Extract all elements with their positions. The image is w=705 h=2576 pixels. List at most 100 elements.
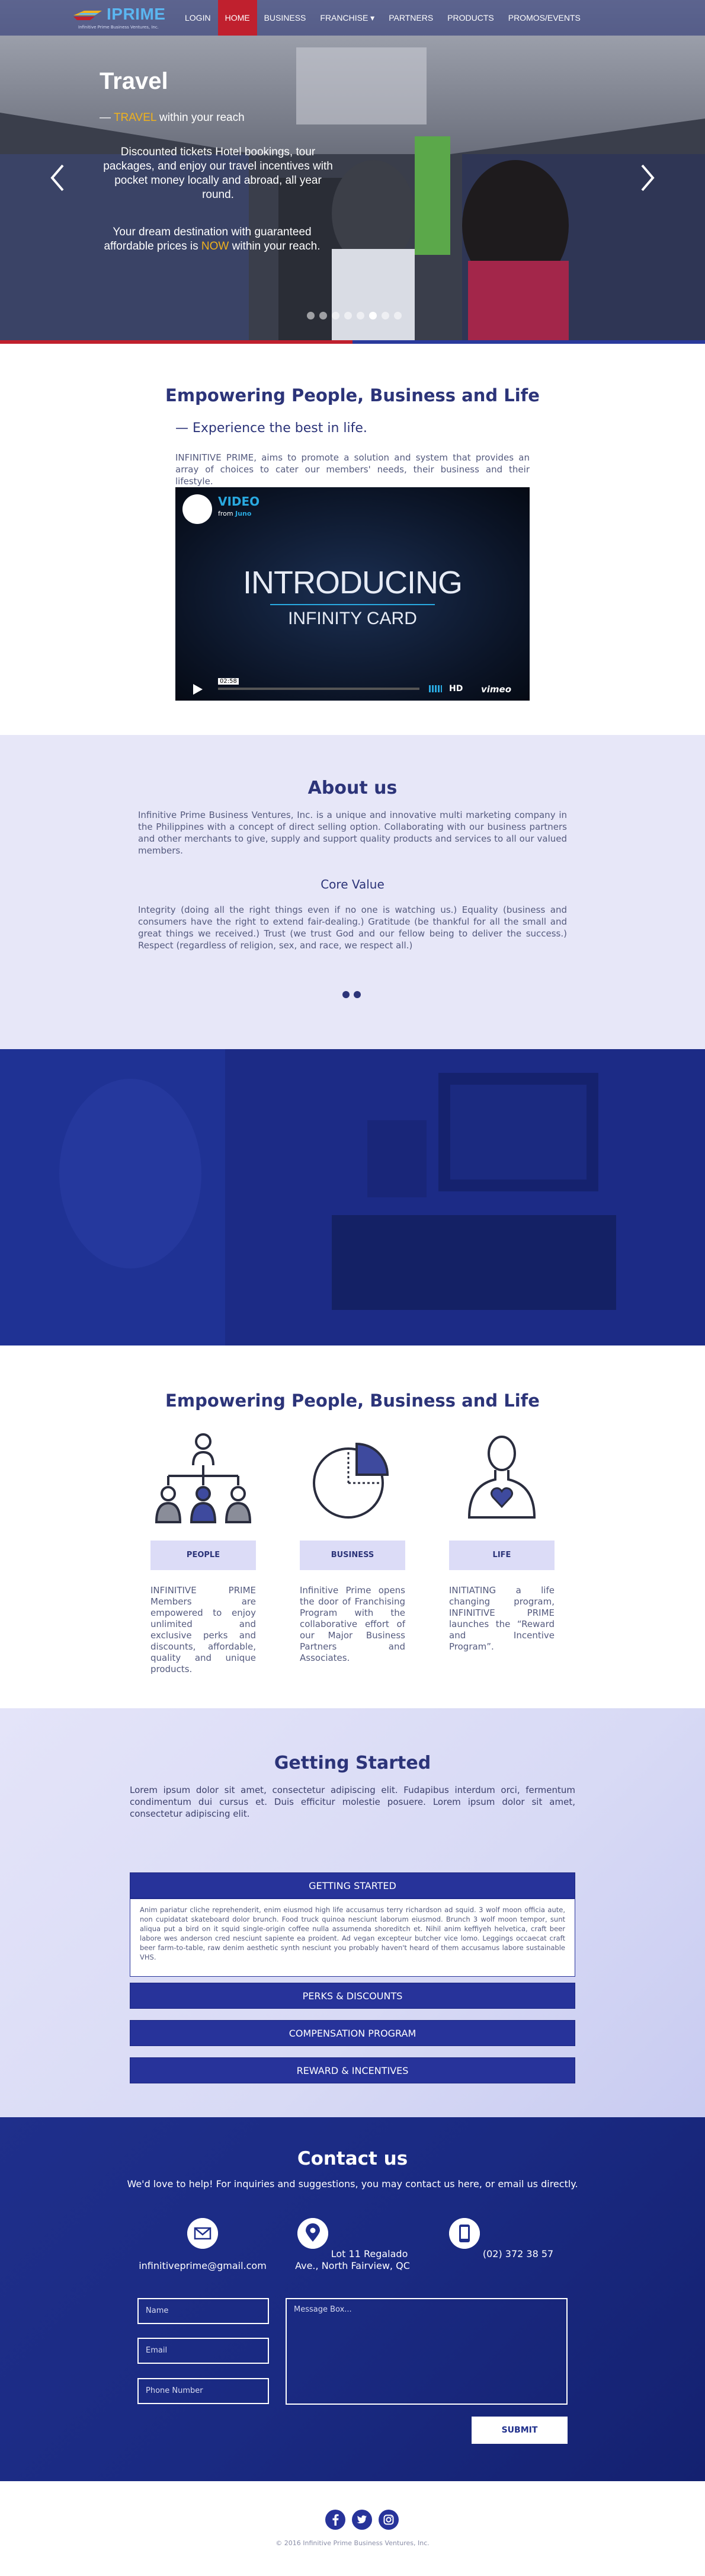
carousel-dot[interactable] (307, 312, 315, 319)
contact-section: Contact us We'd love to help! For inquir… (0, 2117, 705, 2481)
contact-phone: (02) 372 38 57 (436, 2218, 566, 2260)
play-icon[interactable] (193, 684, 203, 695)
hero-p2-b: within your reach. (229, 240, 321, 253)
pie-chart-icon (313, 1442, 389, 1519)
carousel-dot[interactable] (382, 312, 389, 319)
submit-button[interactable]: SUBMIT (472, 2417, 568, 2444)
video-player[interactable]: VIDEO from Juno INTRODUCING INFINITY CAR… (175, 487, 530, 701)
feature-business: BUSINESS Infinitive Prime opens the door… (300, 1428, 405, 1664)
volume-icon[interactable] (429, 685, 442, 692)
facebook-icon[interactable] (325, 2510, 345, 2530)
people-button[interactable]: PEOPLE (150, 1541, 256, 1570)
about-heading: About us (307, 778, 398, 798)
people-hierarchy-icon (155, 1433, 252, 1523)
about-text: Infinitive Prime Business Ventures, Inc.… (138, 810, 567, 856)
hero-paragraph: Discounted tickets Hotel bookings, tour … (103, 146, 333, 201)
video-title-line2: INFINITY CARD (288, 609, 417, 628)
intro-section: Empowering People, Business and Life — E… (0, 344, 705, 735)
video-controls: 02:58 HD vimeo (175, 677, 530, 701)
video-title-divider (270, 604, 435, 605)
carousel-dot[interactable] (332, 312, 339, 319)
message-field[interactable]: Message Box... (286, 2298, 568, 2405)
parallax-banner (0, 1049, 705, 1345)
vimeo-logo[interactable]: vimeo (481, 684, 511, 695)
video-label: VIDEO (218, 494, 260, 509)
hero-p2-highlight: NOW (201, 240, 229, 253)
envelope-icon (187, 2218, 218, 2249)
features-section: Empowering People, Business and Life PEO… (0, 1345, 705, 1708)
carousel-prev-arrow-icon[interactable] (49, 163, 66, 193)
core-value-heading: Core Value (321, 877, 384, 891)
getting-started-heading: Getting Started (274, 1753, 431, 1773)
email-field[interactable]: Email (137, 2338, 269, 2364)
about-section: About us Infinitive Prime Business Ventu… (0, 735, 705, 1049)
life-button[interactable]: LIFE (449, 1541, 555, 1570)
copyright: © 2016 Infinitive Prime Business Venture… (275, 2539, 430, 2547)
contact-phone-value[interactable]: (02) 372 38 57 (483, 2248, 553, 2259)
accordion-panel-content: Anim pariatur cliche reprehenderit, enim… (130, 1899, 575, 1977)
business-button[interactable]: BUSINESS (300, 1541, 405, 1570)
accordion-reward-incentives[interactable]: REWARD & INCENTIVES (130, 2057, 575, 2083)
phone-field[interactable]: Phone Number (137, 2378, 269, 2404)
carousel-dot[interactable] (394, 312, 402, 319)
accordion-getting-started[interactable]: GETTING STARTED (130, 1872, 575, 1899)
contact-address: Lot 11 Regalado Ave., North Fairview, QC (287, 2218, 418, 2272)
nav-products[interactable]: PRODUCTS (440, 0, 501, 36)
pager-dot[interactable] (354, 991, 361, 998)
intro-text: INFINITIVE PRIME, aims to promote a solu… (175, 452, 530, 487)
video-avatar[interactable] (182, 494, 212, 524)
video-from: from Juno (218, 510, 251, 517)
hero-subtitle-prefix: — (100, 111, 114, 124)
contact-address-value: Lot 11 Regalado Ave., North Fairview, QC (295, 2248, 410, 2271)
carousel-dot-active[interactable] (369, 312, 377, 319)
location-pin-icon (297, 2218, 328, 2249)
feature-people: PEOPLE INFINITIVE PRIME Members are empo… (150, 1428, 256, 1675)
people-text: INFINITIVE PRIME Members are empowered t… (150, 1585, 256, 1674)
contact-email-value[interactable]: infinitiveprime@gmail.com (139, 2260, 267, 2271)
nav-promos-events[interactable]: PROMOS/EVENTS (501, 0, 588, 36)
features-heading: Empowering People, Business and Life (165, 1391, 540, 1411)
carousel-dot[interactable] (319, 312, 327, 319)
top-navigation: IPRIME Infinitive Prime Business Venture… (0, 0, 705, 36)
carousel-indicators (307, 312, 402, 319)
hd-toggle[interactable]: HD (449, 684, 463, 693)
getting-started-section: Getting Started Lorem ipsum dolor sit am… (0, 1708, 705, 2117)
accordion-perks-discounts[interactable]: PERKS & DISCOUNTS (130, 1983, 575, 2009)
logo-tagline: Infinitive Prime Business Ventures, Inc. (78, 25, 159, 30)
accordion-compensation-program[interactable]: COMPENSATION PROGRAM (130, 2020, 575, 2046)
video-from-prefix: from (218, 510, 236, 517)
nav-partners[interactable]: PARTNERS (382, 0, 440, 36)
name-field[interactable]: Name (137, 2298, 269, 2324)
pager-dot[interactable] (342, 991, 350, 998)
nav-home[interactable]: HOME (217, 0, 257, 36)
carousel-dot[interactable] (344, 312, 352, 319)
contact-heading: Contact us (297, 2148, 408, 2169)
parallax-background-image (0, 1049, 705, 1345)
social-links (325, 2510, 399, 2530)
logo-mark-icon (73, 11, 102, 20)
carousel-dot[interactable] (357, 312, 364, 319)
intro-heading: Empowering People, Business and Life (165, 385, 540, 405)
about-pager (342, 991, 361, 998)
hero-subtitle-highlight: TRAVEL (113, 111, 156, 124)
nav-business[interactable]: BUSINESS (257, 0, 313, 36)
footer: © 2016 Infinitive Prime Business Venture… (0, 2481, 705, 2576)
logo[interactable]: IPRIME Infinitive Prime Business Venture… (72, 4, 176, 31)
carousel-next-arrow-icon[interactable] (639, 163, 656, 193)
contact-email: infinitiveprime@gmail.com (137, 2218, 268, 2272)
intro-subheading: — Experience the best in life. (175, 421, 367, 436)
video-author[interactable]: Juno (235, 510, 251, 517)
logo-text: IPRIME (107, 5, 166, 23)
hero-subtitle-suffix: within your reach (156, 111, 245, 124)
hero-paragraph-secondary: Your dream destination with guaranteed a… (100, 225, 325, 254)
instagram-icon[interactable] (379, 2510, 399, 2530)
nav-franchise[interactable]: FRANCHISE ▾ (313, 0, 382, 36)
hero-carousel: Travel — TRAVEL within your reach Discou… (0, 0, 705, 344)
video-progress-bar[interactable] (218, 688, 419, 690)
twitter-icon[interactable] (352, 2510, 372, 2530)
contact-text: We'd love to help! For inquiries and sug… (127, 2178, 578, 2190)
nav-login[interactable]: LOGIN (178, 0, 218, 36)
hero-title: Travel (100, 68, 168, 94)
hero-subtitle: — TRAVEL within your reach (100, 111, 245, 124)
getting-started-text: Lorem ipsum dolor sit amet, consectetur … (130, 1785, 575, 1819)
